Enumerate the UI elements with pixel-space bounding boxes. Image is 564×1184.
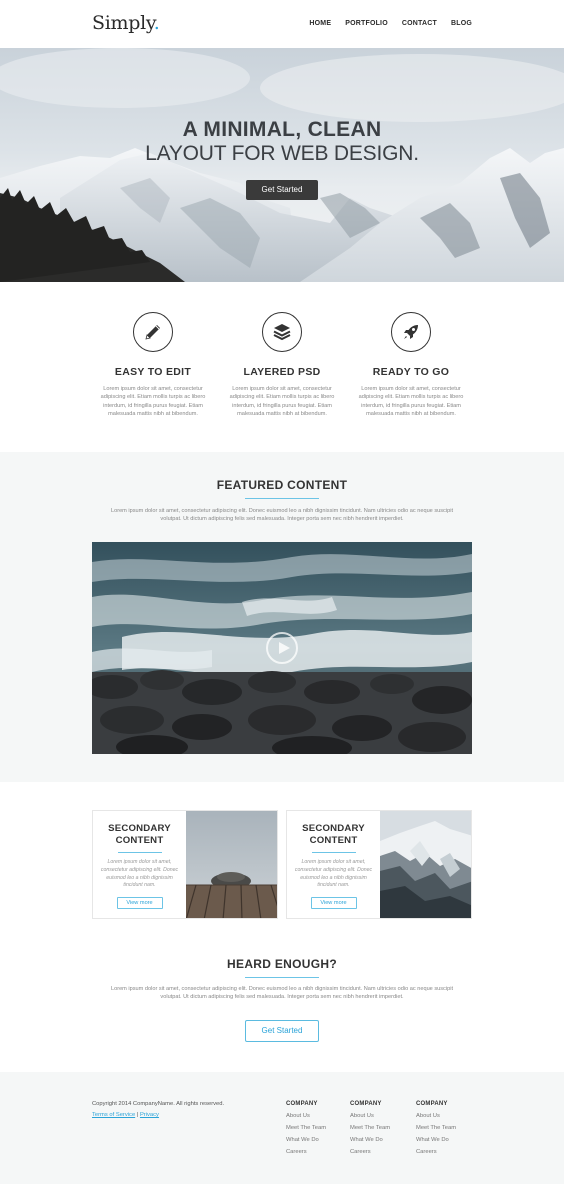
hero-title-line2: LAYOUT FOR WEB DESIGN. xyxy=(145,142,419,165)
feature-text: Lorem ipsum dolor sit amet, consectetur … xyxy=(100,386,206,418)
featured-section: FEATURED CONTENT Lorem ipsum dolor sit a… xyxy=(0,452,564,782)
pier-image xyxy=(186,811,277,918)
view-more-button[interactable]: View more xyxy=(116,897,163,910)
footer-link[interactable]: About Us xyxy=(350,1113,410,1119)
hero-banner: A MINIMAL, CLEAN LAYOUT FOR WEB DESIGN. … xyxy=(0,48,564,282)
footer-link[interactable]: Meet The Team xyxy=(286,1125,346,1131)
footer-column-title: COMPANY xyxy=(416,1101,448,1107)
secondary-card-text: Lorem ipsum dolor sit amet, consectetur … xyxy=(294,859,373,889)
footer-link[interactable]: What We Do xyxy=(416,1137,476,1143)
rocket-icon xyxy=(391,312,431,352)
features-section: EASY TO EDIT Lorem ipsum dolor sit amet,… xyxy=(0,282,564,452)
secondary-card-1: SECONDARY CONTENT Lorem ipsum dolor sit a… xyxy=(92,810,278,919)
pencil-icon xyxy=(133,312,173,352)
feature-ready-to-go: READY TO GO Lorem ipsum dolor sit amet, … xyxy=(351,312,471,419)
footer-link[interactable]: What We Do xyxy=(350,1137,410,1143)
snowy-mountain-image xyxy=(380,811,471,918)
legal-separator: | xyxy=(136,1112,139,1118)
nav-home[interactable]: HOME xyxy=(309,20,331,27)
feature-title: LAYERED PSD xyxy=(243,366,321,378)
footer-column-3: COMPANY About Us Meet The Team What We D… xyxy=(416,1101,476,1155)
secondary-card-title: SECONDARY CONTENT xyxy=(302,823,365,846)
footer-link[interactable]: Careers xyxy=(350,1149,410,1155)
featured-title: FEATURED CONTENT xyxy=(216,478,348,492)
footer-link[interactable]: About Us xyxy=(286,1113,346,1119)
footer-link[interactable]: Careers xyxy=(416,1149,476,1155)
get-started-button[interactable]: Get Started xyxy=(245,1020,319,1042)
footer-column-1: COMPANY About Us Meet The Team What We D… xyxy=(286,1101,346,1155)
site-header: Simply. HOME PORTFOLIO CONTACT BLOG xyxy=(0,0,564,48)
secondary-card-rule xyxy=(311,852,356,853)
featured-text: Lorem ipsum dolor sit amet, consectetur … xyxy=(110,508,453,523)
heard-enough-text: Lorem ipsum dolor sit amet, consectetur … xyxy=(110,986,453,1001)
footer-link[interactable]: Meet The Team xyxy=(416,1125,476,1131)
feature-text: Lorem ipsum dolor sit amet, consectetur … xyxy=(229,386,335,418)
view-more-button[interactable]: View more xyxy=(310,897,357,910)
footer-link[interactable]: Meet The Team xyxy=(350,1125,410,1131)
site-footer: Copyright 2014 CompanyName. All rights r… xyxy=(0,1072,564,1184)
footer-column-title: COMPANY xyxy=(350,1101,382,1107)
feature-text: Lorem ipsum dolor sit amet, consectetur … xyxy=(358,386,464,418)
footer-column-2: COMPANY About Us Meet The Team What We D… xyxy=(350,1101,410,1155)
secondary-card-title: SECONDARY CONTENT xyxy=(108,823,171,846)
featured-video[interactable] xyxy=(92,542,472,754)
secondary-card-2: SECONDARY CONTENT Lorem ipsum dolor sit a… xyxy=(286,810,472,919)
copyright-text: Copyright 2014 CompanyName. All rights r… xyxy=(92,1101,225,1107)
hero-get-started-button[interactable]: Get Started xyxy=(246,180,318,200)
nav-portfolio[interactable]: PORTFOLIO xyxy=(345,20,388,27)
featured-title-rule xyxy=(245,498,319,499)
footer-column-title: COMPANY xyxy=(286,1101,318,1107)
logo-text: Simply xyxy=(92,12,154,34)
footer-link[interactable]: About Us xyxy=(416,1113,476,1119)
secondary-card-body: SECONDARY CONTENT Lorem ipsum dolor sit a… xyxy=(287,811,380,918)
main-nav: HOME PORTFOLIO CONTACT BLOG xyxy=(295,20,472,27)
footer-link[interactable]: What We Do xyxy=(286,1137,346,1143)
hero-title-line1: A MINIMAL, CLEAN xyxy=(182,118,382,141)
play-icon[interactable] xyxy=(266,632,298,664)
footer-link[interactable]: Careers xyxy=(286,1149,346,1155)
feature-title: READY TO GO xyxy=(372,366,450,378)
heard-enough-title: HEARD ENOUGH? xyxy=(227,957,337,971)
layers-icon xyxy=(262,312,302,352)
feature-easy-to-edit: EASY TO EDIT Lorem ipsum dolor sit amet,… xyxy=(93,312,213,419)
privacy-link[interactable]: Privacy xyxy=(140,1112,159,1118)
nav-blog[interactable]: BLOG xyxy=(451,20,472,27)
feature-layered-psd: LAYERED PSD Lorem ipsum dolor sit amet, … xyxy=(222,312,342,419)
feature-title: EASY TO EDIT xyxy=(114,366,192,378)
secondary-card-body: SECONDARY CONTENT Lorem ipsum dolor sit a… xyxy=(93,811,186,918)
heard-enough-rule xyxy=(245,977,319,978)
legal-links: Terms of Service | Privacy xyxy=(92,1112,159,1118)
logo-dot: . xyxy=(153,12,160,34)
logo[interactable]: Simply. xyxy=(92,12,160,34)
nav-contact[interactable]: CONTACT xyxy=(402,20,437,27)
terms-link[interactable]: Terms of Service xyxy=(92,1112,135,1118)
secondary-card-text: Lorem ipsum dolor sit amet, consectetur … xyxy=(100,859,179,889)
secondary-card-rule xyxy=(117,852,162,853)
